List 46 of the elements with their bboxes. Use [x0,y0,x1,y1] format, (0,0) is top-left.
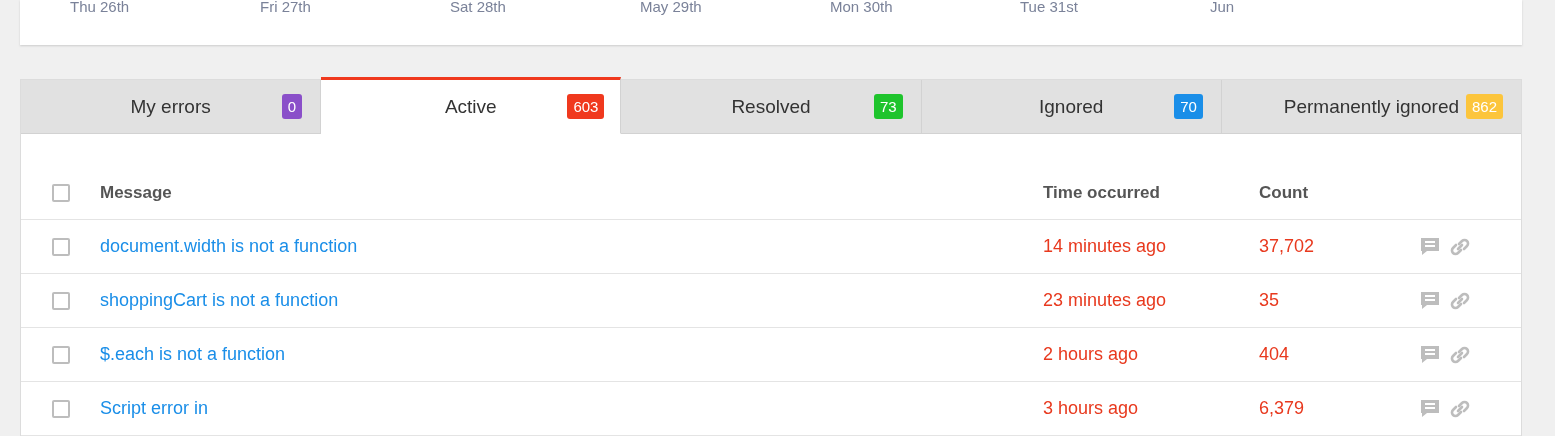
time-occurred: 14 minutes ago [1043,236,1168,257]
error-count: 404 [1259,344,1291,365]
date-label: Jun [1210,0,1236,17]
tab-label: Ignored [1039,95,1104,118]
tab[interactable]: Ignored 70 [921,80,1222,134]
comment-icon[interactable] [1419,235,1441,258]
row-checkbox[interactable] [52,345,70,364]
date-label: May 29th [640,0,703,17]
error-count: 37,702 [1259,236,1316,257]
date-label: Fri 27th [260,0,312,17]
comment-icon[interactable] [1419,289,1441,312]
row-checkbox[interactable] [52,291,70,310]
count-badge: 0 [281,94,303,119]
error-message-link[interactable]: document.width is not a function [100,236,358,256]
tab[interactable]: My errors 0 [21,80,322,134]
count-badge: 603 [567,94,605,119]
time-occurred: 3 hours ago [1043,398,1140,419]
column-header: Count [1259,183,1310,203]
error-count: 35 [1259,290,1281,311]
tab-label: Resolved [731,95,811,118]
count-badge: 73 [873,94,903,119]
date-label: Mon 30th [830,0,894,17]
row-checkbox[interactable] [52,399,70,418]
select-all-checkbox[interactable] [52,184,70,202]
tab[interactable]: Permanently ignored 862 [1221,80,1521,134]
time-occurred: 23 minutes ago [1043,290,1168,311]
tab[interactable]: Resolved 73 [621,80,922,134]
tab-label: Active [444,95,497,118]
error-message-link[interactable]: $.each is not a function [100,344,286,364]
column-header: Message [100,183,173,203]
error-count: 6,379 [1259,398,1306,419]
time-occurred: 2 hours ago [1043,344,1140,365]
date-label: Thu 26th [70,0,131,17]
count-badge: 70 [1174,94,1203,119]
comment-icon[interactable] [1419,343,1441,366]
count-badge: 862 [1466,94,1503,119]
error-message-link[interactable]: shoppingCart is not a function [100,290,339,310]
date-label: Sat 28th [450,0,507,17]
date-label: Tue 31st [1020,0,1079,17]
error-message-link[interactable]: Script error in [100,398,209,418]
tab-label: My errors [130,95,211,118]
tab[interactable]: Active 603 [321,77,622,134]
tab-label: Permanently ignored [1283,95,1460,118]
column-header: Time occurred [1043,183,1161,203]
row-checkbox[interactable] [52,237,70,256]
comment-icon[interactable] [1419,397,1441,420]
